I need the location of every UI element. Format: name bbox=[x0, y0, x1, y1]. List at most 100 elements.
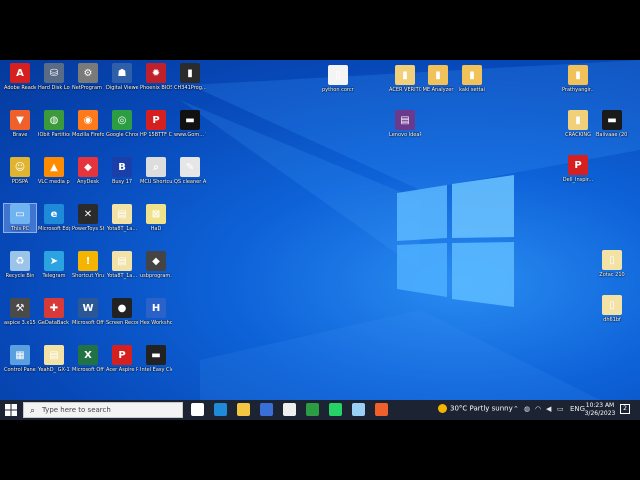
desktop-icon-label: Acer Aspire R7372 Qual... bbox=[106, 367, 138, 373]
desktop-icon[interactable]: ▯ dh61bf bbox=[596, 295, 628, 323]
desktop-icon-label: AnyDesk bbox=[77, 179, 99, 185]
desktop-icon[interactable]: ▮ CH341Prog... bbox=[174, 63, 206, 91]
desktop-icon-label: QS cleaner Application bbox=[174, 179, 206, 185]
brave-icon[interactable] bbox=[375, 403, 388, 416]
app-icon: ◎ bbox=[112, 110, 132, 130]
desktop-icon-label: Hard Disk Low Level... bbox=[38, 85, 70, 91]
desktop-icon[interactable]: ▬ Baiivaae (2017) DV... bbox=[596, 110, 628, 138]
desktop-icon-label: Microsoft Edge bbox=[38, 226, 70, 232]
desktop-icon[interactable]: ◆ usbprogram... Shortcut bbox=[140, 251, 172, 279]
desktop-icon-label: Adobe Reader XI bbox=[4, 85, 36, 91]
desktop-icon[interactable]: ▮ kaki settai bbox=[456, 65, 488, 93]
desktop-icon-label: HP 15BTTF COMAL... bbox=[140, 132, 172, 138]
desktop-icon[interactable]: ✹ Phoenix BIOS Editor bbox=[140, 63, 172, 91]
wifi-icon[interactable]: ◠ bbox=[535, 405, 541, 413]
weather-widget[interactable]: 30°C Partly sunny bbox=[438, 404, 513, 413]
search-box[interactable]: ⌕ Type here to search bbox=[23, 402, 183, 418]
mail-icon[interactable] bbox=[283, 403, 296, 416]
desktop-icon-label: Recycle Bin bbox=[5, 273, 35, 279]
desktop-icon[interactable]: ▭ This PC bbox=[3, 203, 37, 233]
desktop-icon[interactable]: ▬ Intel Easy CleanPro... bbox=[140, 345, 172, 373]
desktop-icon[interactable]: ▮ CRACKING bbox=[562, 110, 594, 138]
app-icon: ▮ bbox=[395, 65, 415, 85]
desktop-icon[interactable]: P Dell_Inspir... bbox=[562, 155, 594, 183]
desktop-icon[interactable]: ◉ Mozilla Firefox bbox=[72, 110, 104, 138]
desktop-icon[interactable]: X Microsoft Office Ex... bbox=[72, 345, 104, 373]
desktop-icon[interactable]: ✎ QS cleaner Application bbox=[174, 157, 206, 185]
desktop-icon[interactable]: ◆ AnyDesk bbox=[72, 157, 104, 185]
clock-time: 10:23 AM bbox=[585, 402, 615, 409]
desktop-icon[interactable]: ⊠ HaD bbox=[140, 204, 172, 232]
desktop-icon[interactable]: H Hex Workshop bbox=[140, 298, 172, 326]
desktop-icon-label: Lenovo IdeaPad... bbox=[389, 132, 421, 138]
file-explorer-icon[interactable] bbox=[237, 403, 250, 416]
desktop-icon[interactable]: ▤ YeahD_ GX-1TBHP bbox=[38, 345, 70, 373]
store-icon[interactable] bbox=[260, 403, 273, 416]
desktop-icon[interactable]: ⚒ aspice 3.x15 Shortcut bbox=[4, 298, 36, 326]
app-icon: ♻ bbox=[10, 251, 30, 271]
desktop-icon[interactable]: W Microsoft Office Wo... bbox=[72, 298, 104, 326]
desktop-icon[interactable]: ▤ Yota8T_1a... bbox=[106, 251, 138, 279]
app-icon: B bbox=[112, 157, 132, 177]
search-placeholder: Type here to search bbox=[42, 406, 111, 414]
desktop-icon[interactable]: ▬ www.Gom... Thunder... bbox=[174, 110, 206, 138]
app-icon: ⊠ bbox=[146, 204, 166, 224]
desktop-icon-label: Prathyangir... bbox=[562, 87, 594, 93]
desktop-icon[interactable]: ▼ Brave bbox=[4, 110, 36, 138]
volume-icon[interactable]: ◀ bbox=[546, 405, 551, 413]
desktop-icon[interactable]: P HP 15BTTF COMAL... bbox=[140, 110, 172, 138]
desktop-icon[interactable]: ◎ Google Chrome bbox=[106, 110, 138, 138]
desktop-icon[interactable]: B Busy 17 bbox=[106, 157, 138, 185]
desktop-icon[interactable]: ✚ GeDataBack Pro bbox=[38, 298, 70, 326]
chrome-icon[interactable] bbox=[306, 403, 319, 416]
desktop-icon-label: YeahD_ GX-1TBHP bbox=[38, 367, 70, 373]
desktop-icon[interactable]: ☗ Digital Viewer bbox=[106, 63, 138, 91]
desktop-icon-label: kaki settai bbox=[459, 87, 485, 93]
battery-icon[interactable]: ▭ bbox=[557, 405, 564, 413]
desktop-icon[interactable]: ▲ VLC media player bbox=[38, 157, 70, 185]
desktop-icon-label: GeDataBack Pro bbox=[38, 320, 70, 326]
desktop-icon[interactable]: A Adobe Reader XI bbox=[4, 63, 36, 91]
desktop-icon[interactable]: ♻ Recycle Bin bbox=[4, 251, 36, 279]
desktop-icon[interactable]: ▯ python corcrama... bbox=[322, 65, 354, 93]
desktop-icon[interactable]: ▮ ACER VERITON... bbox=[389, 65, 421, 93]
desktop-icon[interactable]: ● Screen Recorder bbox=[106, 298, 138, 326]
desktop-icon[interactable]: ⌕ MCU Shortcut bbox=[140, 157, 172, 185]
app-icon: ✕ bbox=[78, 204, 98, 224]
desktop-icon[interactable]: ✕ PowerToys Shortcut bbox=[72, 204, 104, 232]
desktop-icon[interactable]: ⛁ Hard Disk Low Level... bbox=[38, 63, 70, 91]
desktop-icon[interactable]: ▤ Lenovo IdeaPad... bbox=[389, 110, 421, 138]
desktop-icon[interactable]: P Acer Aspire R7372 Qual... bbox=[106, 345, 138, 373]
desktop-icon[interactable]: ▮ ME Analyzer bbox=[422, 65, 454, 93]
task-view-icon[interactable] bbox=[191, 403, 204, 416]
desktop-icon[interactable]: ▦ Control Panel bbox=[4, 345, 36, 373]
app-icon: ▲ bbox=[44, 157, 64, 177]
notepad-icon[interactable] bbox=[352, 403, 365, 416]
desktop-icon[interactable]: ▯ Zotac 210 bbox=[596, 250, 628, 278]
desktop-icon-label: IObit Partition... bbox=[38, 132, 70, 138]
chevron-up-icon[interactable]: ⌃ bbox=[513, 405, 519, 413]
app-icon: ▬ bbox=[180, 110, 200, 130]
desktop-icon[interactable]: e Microsoft Edge bbox=[38, 204, 70, 232]
app-icon: ◆ bbox=[146, 251, 166, 271]
desktop-icon[interactable]: ☺ PDSPA bbox=[4, 157, 36, 185]
desktop-icon[interactable]: ▤ Yota8T_1a... bbox=[106, 204, 138, 232]
desktop-icon-label: PDSPA bbox=[11, 179, 29, 185]
app-icon: ✹ bbox=[146, 63, 166, 83]
desktop-icon[interactable]: ▮ Prathyangir... bbox=[562, 65, 594, 93]
clock[interactable]: 10:23 AM 3/26/2023 bbox=[580, 402, 620, 418]
network-icon[interactable]: ◍ bbox=[524, 405, 530, 413]
desktop[interactable]: AAdobe Reader XI⛁Hard Disk Low Level...⚙… bbox=[0, 60, 640, 420]
edge-icon[interactable] bbox=[214, 403, 227, 416]
app-icon: ▯ bbox=[602, 250, 622, 270]
desktop-icon[interactable]: ⚙ NetProgram Shortcut bbox=[72, 63, 104, 91]
windows-start-icon[interactable] bbox=[4, 403, 18, 417]
desktop-icon[interactable]: ➤ Telegram bbox=[38, 251, 70, 279]
app-icon: ▤ bbox=[112, 204, 132, 224]
notification-center-button[interactable]: 2 bbox=[620, 404, 630, 414]
clock-date: 3/26/2023 bbox=[584, 410, 616, 417]
whatsapp-icon[interactable] bbox=[329, 403, 342, 416]
desktop-icon[interactable]: ! Shortcut Yinzu F... bbox=[72, 251, 104, 279]
app-icon: ◆ bbox=[78, 157, 98, 177]
desktop-icon[interactable]: ◍ IObit Partition... bbox=[38, 110, 70, 138]
